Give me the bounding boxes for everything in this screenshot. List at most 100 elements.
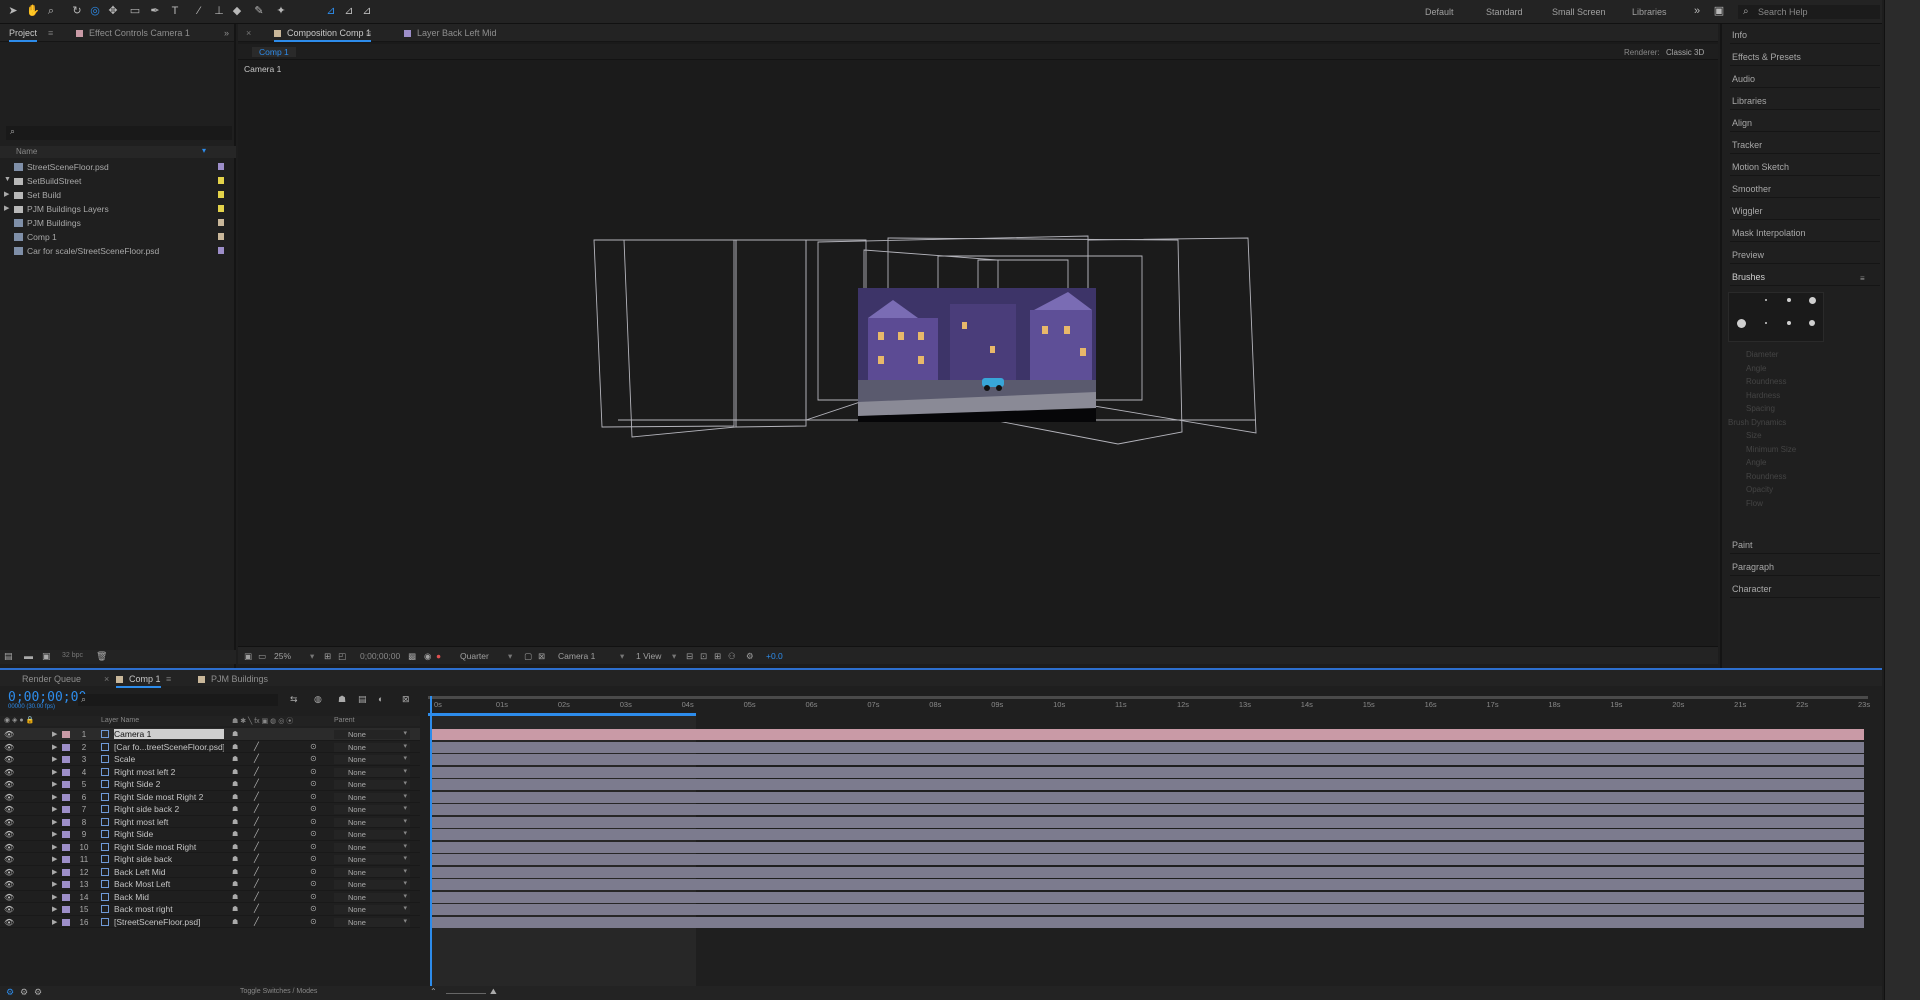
comp-mini-flowchart-icon[interactable]: ⇆: [290, 694, 298, 705]
visibility-eye-icon[interactable]: 👁: [4, 780, 14, 789]
3d-layer-switch-icon[interactable]: ⊙: [310, 767, 317, 776]
layer-duration-bar[interactable]: [432, 779, 1864, 790]
visibility-eye-icon[interactable]: 👁: [4, 743, 14, 752]
parent-select[interactable]: None: [334, 767, 410, 777]
modes-icon[interactable]: ⚙: [20, 987, 28, 998]
project-search-input[interactable]: ⌕: [6, 126, 232, 140]
brush-tip[interactable]: [1787, 321, 1791, 325]
layer-label-swatch[interactable]: [62, 818, 70, 826]
parent-select[interactable]: None: [334, 817, 410, 827]
tab-composition-comp1[interactable]: Composition Comp 1: [274, 28, 372, 42]
layer-name-header[interactable]: Layer Name: [101, 717, 139, 724]
orbit-camera-tool-icon[interactable]: ◎: [88, 4, 102, 18]
label-color-swatch[interactable]: [218, 247, 224, 254]
layer-duration-bar[interactable]: [432, 741, 1864, 753]
layer-name[interactable]: Back Mid: [114, 892, 224, 902]
quality-switch-icon[interactable]: ╱: [254, 792, 259, 801]
quality-switch-icon[interactable]: ╱: [254, 754, 259, 763]
monitor-icon[interactable]: ▭: [258, 651, 266, 662]
timeline-timecode[interactable]: 0;00;00;00: [8, 690, 86, 705]
3d-layer-switch-icon[interactable]: ⊙: [310, 917, 317, 926]
layer-label-swatch[interactable]: [62, 781, 70, 788]
layer-row[interactable]: 👁 ▶ 2 [Car fo...treetSceneFloor.psd] ☗ ╱ ⊙ None: [0, 741, 420, 753]
motion-blur-icon[interactable]: ◐: [378, 694, 383, 704]
layer-row[interactable]: 👁 ▶ 11 Right side back ☗ ╱ ⊙ None: [0, 853, 420, 866]
expand-triangle-icon[interactable]: ▶: [52, 868, 57, 876]
quality-switch-icon[interactable]: ╱: [254, 892, 259, 901]
toggle-pixel-aspect-icon[interactable]: ⊟: [686, 651, 693, 662]
renderer-value[interactable]: Classic 3D: [1666, 48, 1704, 57]
eraser-tool-icon[interactable]: ◆: [230, 4, 244, 18]
work-area-bar[interactable]: [428, 713, 696, 716]
expand-arrow-icon[interactable]: ▶: [4, 190, 9, 198]
quality-switch-icon[interactable]: ╱: [254, 767, 259, 776]
label-color-swatch[interactable]: [218, 163, 224, 170]
layer-row[interactable]: 👁 ▶ 12 Back Left Mid ☗ ╱ ⊙ None: [0, 866, 420, 878]
pan-behind-tool-icon[interactable]: ✥: [106, 4, 120, 18]
layer-label-swatch[interactable]: [62, 806, 70, 813]
clone-stamp-tool-icon[interactable]: ⊥: [212, 4, 226, 18]
world-axis-mode-icon[interactable]: ⊿: [342, 4, 356, 18]
zoom-in-icon[interactable]: ⛰: [490, 987, 497, 997]
shy-switch-icon[interactable]: ☗: [232, 743, 238, 751]
layer-duration-bar[interactable]: [432, 854, 1864, 865]
view-chevron-icon[interactable]: ▾: [672, 651, 676, 662]
expand-triangle-icon[interactable]: ▶: [52, 768, 57, 776]
expand-triangle-icon[interactable]: ▶: [52, 855, 57, 863]
zoom-out-icon[interactable]: ⌃: [430, 987, 437, 996]
composition-viewer[interactable]: Camera 1: [238, 60, 1718, 646]
shy-switch-icon[interactable]: ☗: [232, 893, 238, 901]
parent-select[interactable]: None: [334, 867, 410, 877]
brush-tip[interactable]: [1737, 319, 1746, 328]
layer-label-swatch[interactable]: [62, 881, 70, 888]
label-color-swatch[interactable]: [218, 219, 224, 226]
layer-name[interactable]: Right Side most Right: [114, 842, 224, 852]
zoom-tool-icon[interactable]: ⌕: [44, 4, 58, 18]
panel-paragraph[interactable]: Paragraph: [1730, 556, 1886, 576]
tab-timeline-comp1[interactable]: Comp 1: [116, 674, 161, 688]
camera-view-select[interactable]: Camera 1: [558, 651, 595, 661]
shy-switch-icon[interactable]: ☗: [232, 805, 238, 813]
workspace-default[interactable]: Default: [1425, 7, 1454, 17]
3d-layer-switch-icon[interactable]: ⊙: [310, 892, 317, 901]
layer-duration-bar[interactable]: [432, 841, 1864, 853]
parent-header[interactable]: Parent: [334, 717, 355, 724]
layer-duration-bar[interactable]: [432, 904, 1864, 915]
shy-switch-icon[interactable]: ☗: [232, 905, 238, 913]
rectangle-tool-icon[interactable]: ▭: [128, 4, 142, 18]
parent-select[interactable]: None: [334, 854, 410, 864]
layer-name[interactable]: Camera 1: [114, 729, 224, 739]
expand-triangle-icon[interactable]: ▶: [52, 918, 57, 926]
layer-label-swatch[interactable]: [62, 843, 70, 851]
tab-effect-controls[interactable]: Effect Controls Camera 1: [76, 28, 190, 38]
close-tab-icon[interactable]: ×: [246, 28, 251, 38]
graph-editor-icon[interactable]: ⊠: [402, 694, 410, 705]
layer-label-swatch[interactable]: [62, 731, 70, 738]
layer-name[interactable]: [StreetSceneFloor.psd]: [114, 917, 224, 927]
quality-switch-icon[interactable]: ╱: [254, 867, 259, 876]
visibility-eye-icon[interactable]: 👁: [4, 768, 14, 777]
composition-menu-icon[interactable]: ≡: [366, 28, 371, 38]
local-axis-mode-icon[interactable]: ⊿: [324, 4, 338, 18]
layer-name[interactable]: Right side back 2: [114, 804, 224, 814]
project-item[interactable]: Comp 1: [0, 230, 236, 244]
layer-name[interactable]: Scale: [114, 754, 224, 764]
resolution-chevron-icon[interactable]: ▾: [508, 651, 512, 662]
layer-label-swatch[interactable]: [62, 831, 70, 838]
layer-duration-bar[interactable]: [432, 754, 1864, 765]
quality-switch-icon[interactable]: ╱: [254, 817, 259, 826]
interpret-footage-icon[interactable]: ▤: [4, 651, 13, 662]
visibility-eye-icon[interactable]: 👁: [4, 830, 14, 839]
expand-triangle-icon[interactable]: ▶: [52, 818, 57, 826]
layer-label-swatch[interactable]: [62, 906, 70, 913]
safe-margins-icon[interactable]: ⊞: [324, 651, 331, 662]
quality-switch-icon[interactable]: ╱: [254, 904, 259, 913]
brush-tip[interactable]: [1765, 322, 1767, 324]
expand-triangle-icon[interactable]: ▶: [52, 880, 57, 888]
type-tool-icon[interactable]: T: [168, 4, 182, 18]
toggle-switches-modes[interactable]: Toggle Switches / Modes: [240, 988, 317, 995]
panel-align[interactable]: Align: [1730, 112, 1886, 132]
visibility-eye-icon[interactable]: 👁: [4, 918, 14, 927]
layer-name[interactable]: Right Side: [114, 829, 224, 839]
layer-name[interactable]: Right Side most Right 2: [114, 792, 224, 802]
